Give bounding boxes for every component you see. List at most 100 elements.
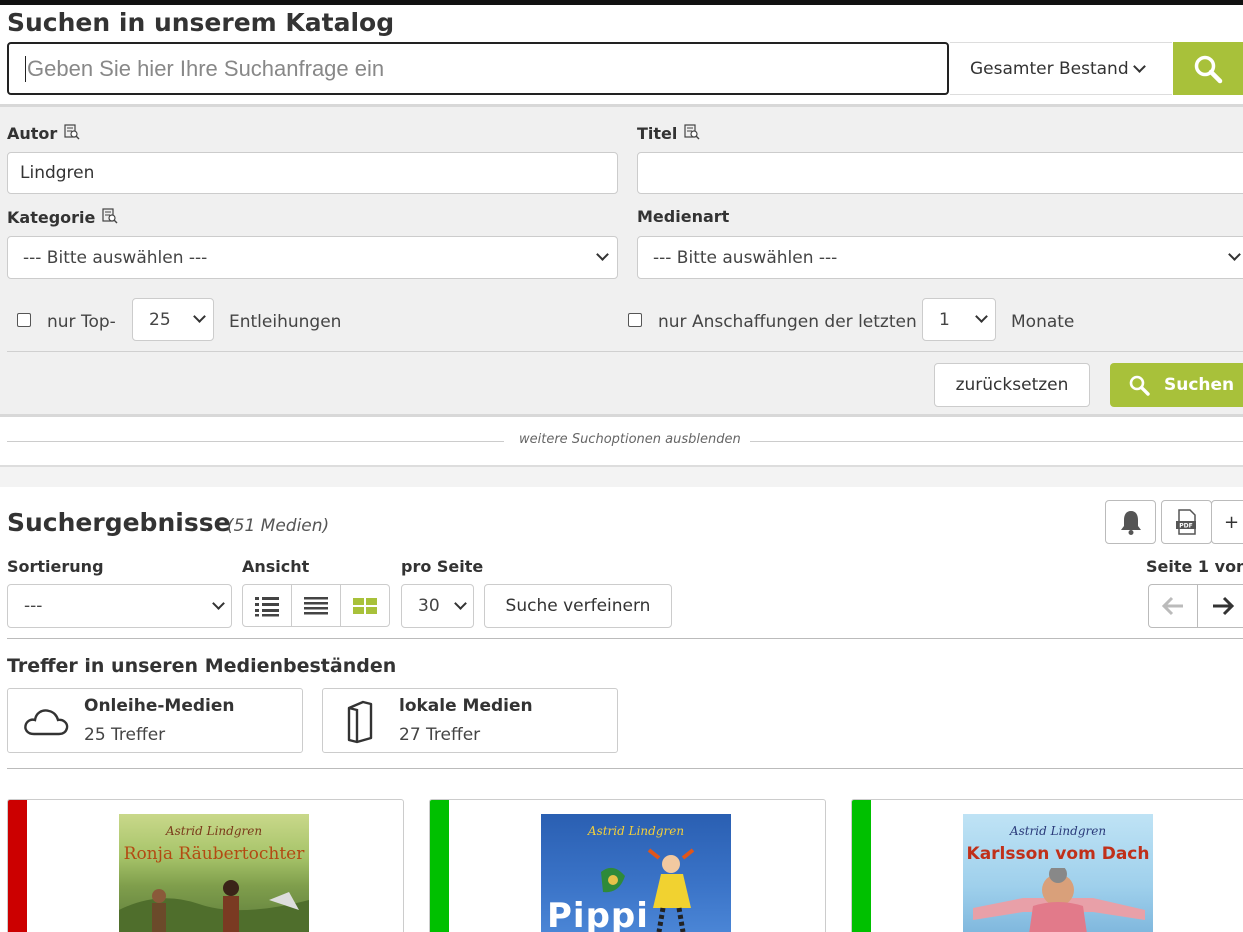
hit-local-name: lokale Medien: [399, 696, 533, 716]
index-search-icon[interactable]: [683, 123, 701, 141]
category-label-text: Kategorie: [7, 208, 96, 227]
scope-value: Gesamter Bestand: [970, 58, 1129, 79]
result-card[interactable]: Astrid Lindgren Ronja Räubertochter: [7, 799, 404, 932]
cover-title: Karlsson vom Dach: [966, 844, 1150, 864]
pdf-icon: PDF: [1175, 509, 1196, 535]
cover-title: Ronja Räubertochter: [123, 844, 305, 864]
results-divider: [7, 638, 1243, 639]
top-count-select[interactable]: 25: [132, 298, 214, 341]
search-button[interactable]: [1173, 42, 1243, 95]
chevron-down-icon: [212, 597, 225, 610]
hit-onleihe[interactable]: Onleihe-Medien 25 Treffer: [7, 688, 303, 753]
prev-page-button[interactable]: [1148, 584, 1198, 628]
result-card[interactable]: Astrid Lindgren Karlsson vom Dach: [851, 799, 1243, 932]
refine-search-button[interactable]: Suche verfeinern: [484, 584, 672, 628]
chevron-down-icon: [596, 248, 609, 261]
text-caret: [25, 55, 26, 82]
author-label-text: Autor: [7, 124, 58, 143]
list-compact-icon: [304, 596, 328, 614]
advanced-search-panel: Autor Lindgren Titel Kategorie --- Bitte…: [0, 104, 1243, 417]
per-page-select[interactable]: 30: [401, 584, 474, 628]
search-icon: [1129, 375, 1150, 396]
view-list-detailed-button[interactable]: [243, 585, 292, 626]
list-detailed-icon: [255, 596, 279, 616]
submit-search-button[interactable]: Suchen: [1110, 363, 1243, 407]
scope-select[interactable]: Gesamter Bestand: [950, 42, 1172, 95]
more-button[interactable]: +: [1211, 500, 1243, 544]
cover-image[interactable]: Astrid Lindgren Pippi: [541, 814, 731, 932]
view-list-compact-button[interactable]: [292, 585, 341, 626]
per-page-label: pro Seite: [401, 557, 484, 576]
view-grid-button[interactable]: [341, 585, 389, 626]
mediatype-label: Medienart: [637, 207, 730, 226]
cover-illustration: [973, 868, 1145, 932]
top-border: [0, 0, 1243, 5]
notification-button[interactable]: [1105, 500, 1156, 544]
hit-onleihe-count: 25 Treffer: [84, 725, 166, 745]
cover-title: Pippi: [547, 896, 649, 932]
book-icon: [347, 700, 373, 744]
options-divider-right: [750, 441, 1243, 442]
top-count-value: 25: [149, 309, 171, 330]
search-bar: Geben Sie hier Ihre Suchanfrage ein Gesa…: [0, 42, 1243, 106]
hits-title: Treffer in unseren Medienbeständen: [7, 655, 397, 677]
category-select[interactable]: --- Bitte auswählen ---: [7, 236, 618, 279]
cover-illustration: [119, 880, 309, 932]
sort-select[interactable]: ---: [7, 584, 232, 628]
availability-bar: [852, 800, 871, 932]
availability-bar: [430, 800, 449, 932]
hide-options-link[interactable]: weitere Suchoptionen ausblenden: [519, 432, 741, 447]
top-suffix: Entleihungen: [229, 312, 342, 332]
hit-local-count: 27 Treffer: [399, 725, 481, 745]
arrow-right-icon: [1213, 596, 1235, 616]
page-title: Suchen in unserem Katalog: [7, 8, 395, 37]
title-label: Titel: [637, 123, 701, 143]
bell-icon: [1120, 511, 1141, 535]
author-label: Autor: [7, 123, 81, 143]
top-checkbox[interactable]: [17, 313, 31, 327]
acquisition-suffix: Monate: [1011, 312, 1075, 332]
search-input[interactable]: Geben Sie hier Ihre Suchanfrage ein: [7, 42, 949, 95]
pdf-icon-text: PDF: [1179, 523, 1192, 530]
chevron-down-icon: [1228, 248, 1241, 261]
acquisition-checkbox[interactable]: [628, 313, 642, 327]
cover-image[interactable]: Astrid Lindgren Ronja Räubertochter: [119, 814, 309, 932]
options-divider-left: [7, 441, 504, 442]
author-field[interactable]: Lindgren: [7, 152, 618, 194]
cover-image[interactable]: Astrid Lindgren Karlsson vom Dach: [963, 814, 1153, 932]
page-info: Seite 1 von 2: [1146, 557, 1243, 576]
author-value: Lindgren: [20, 163, 95, 183]
acquisition-prefix: nur Anschaffungen der letzten: [658, 312, 917, 332]
category-value: --- Bitte auswählen ---: [23, 247, 208, 268]
index-search-icon[interactable]: [101, 207, 119, 225]
category-label: Kategorie: [7, 207, 119, 227]
acquisition-months-value: 1: [939, 309, 950, 330]
cover-author: Astrid Lindgren: [165, 824, 263, 838]
acquisition-months-select[interactable]: 1: [922, 298, 996, 341]
hits-divider: [7, 768, 1243, 769]
top-prefix: nur Top-: [47, 312, 116, 332]
mediatype-select[interactable]: --- Bitte auswählen ---: [637, 236, 1243, 279]
result-card[interactable]: Astrid Lindgren Pippi: [429, 799, 826, 932]
sort-value: ---: [24, 596, 43, 616]
title-label-text: Titel: [637, 124, 678, 143]
submit-search-label: Suchen: [1164, 375, 1235, 395]
cloud-icon: [24, 709, 69, 736]
availability-bar: [8, 800, 27, 932]
next-page-button[interactable]: [1197, 584, 1243, 628]
search-icon: [1194, 55, 1223, 83]
section-separator: [0, 465, 1243, 487]
reset-button[interactable]: zurücksetzen: [934, 363, 1090, 407]
index-search-icon[interactable]: [63, 123, 81, 141]
cover-author: Astrid Lindgren: [1009, 824, 1107, 838]
mediatype-value: --- Bitte auswählen ---: [653, 247, 838, 268]
sort-label: Sortierung: [7, 557, 104, 576]
pdf-export-button[interactable]: PDF: [1161, 500, 1212, 544]
hit-local[interactable]: lokale Medien 27 Treffer: [322, 688, 618, 753]
chevron-down-icon: [1133, 60, 1146, 73]
arrow-left-icon: [1161, 596, 1183, 616]
search-placeholder: Geben Sie hier Ihre Suchanfrage ein: [27, 55, 385, 81]
view-toggle-group: [242, 584, 390, 627]
cover-author: Astrid Lindgren: [587, 824, 685, 838]
title-field[interactable]: [637, 152, 1243, 194]
